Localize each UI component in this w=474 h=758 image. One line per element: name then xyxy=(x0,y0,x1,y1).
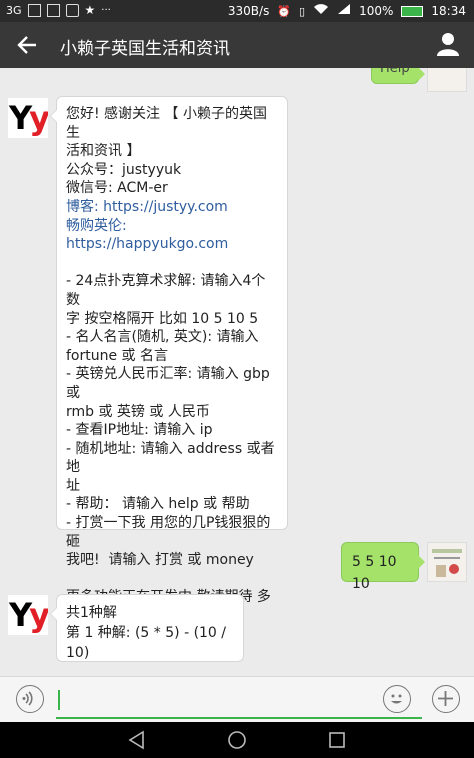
intro-line: 字 按空格隔开 比如 10 5 10 5 xyxy=(66,310,259,327)
input-bar xyxy=(0,676,474,722)
signal-icon xyxy=(337,3,351,19)
message-input[interactable] xyxy=(56,685,422,719)
intro-line: 活和资讯 】 xyxy=(66,143,141,160)
intro-line: 微信号: ACM-er xyxy=(66,180,168,197)
intro-line: - 帮助： 请输入 help 或 帮助 xyxy=(66,496,250,513)
status-left: 3G ★ ··· xyxy=(6,3,111,17)
nav-back-icon[interactable] xyxy=(127,730,147,750)
intro-line: - 打赏一下我 用您的几P钱狠狠的砸 xyxy=(66,515,271,550)
intro-line: - 24点扑克算术求解: 请输入4个数 xyxy=(66,273,266,308)
bot-avatar[interactable]: Yy xyxy=(8,98,48,138)
notification-icon xyxy=(27,3,41,17)
bot-intro-message[interactable]: 您好! 感谢关注 【 小赖子的英国生 活和资讯 】 公众号：justyyuk 微… xyxy=(50,96,288,624)
battery-icon xyxy=(401,5,424,17)
nav-recent-icon[interactable] xyxy=(327,730,347,750)
system-nav-bar xyxy=(0,722,474,758)
image-icon xyxy=(46,3,60,17)
user-avatar[interactable] xyxy=(427,68,467,92)
intro-line: - 英镑兑人民币汇率: 请输入 gbp 或 xyxy=(66,366,275,401)
star-icon: ★ xyxy=(84,3,96,17)
intro-line: 址 xyxy=(66,477,80,494)
reply-line: 第 1 种解: (5 * 5) - (10 / 10) xyxy=(66,625,231,661)
shop-link[interactable]: 畅购英伦: https://happyukgo.com xyxy=(66,217,278,254)
intro-line: - 随机地址: 请输入 address 或者 地 xyxy=(66,440,280,476)
clock: 18:34 xyxy=(431,4,466,18)
user-avatar[interactable] xyxy=(427,542,467,582)
partial-user-message[interactable]: Help xyxy=(371,68,425,84)
partial-user-text: Help xyxy=(380,68,410,76)
status-right: 330B/s ⏰ ▯ 100% 18:34 xyxy=(228,3,466,19)
reply-line: 共1种解 xyxy=(66,605,117,621)
bot-avatar[interactable]: Yy xyxy=(8,595,48,635)
avatar-letter-1: Y xyxy=(8,99,32,137)
intro-line: - 名人名言(随机, 英文): 请输入 xyxy=(66,329,259,346)
intro-line xyxy=(66,570,278,589)
intro-line: fortune 或 名言 xyxy=(66,347,168,364)
intro-line xyxy=(66,254,278,273)
avatar-letter-2: y xyxy=(29,596,48,634)
intro-line: - 查看IP地址: 请输入 ip xyxy=(66,422,213,439)
intro-line: rmb 或 英镑 或 人民币 xyxy=(66,403,210,420)
intro-line: 您好! 感谢关注 【 小赖子的英国生 xyxy=(66,106,267,141)
dots-icon: ··· xyxy=(101,4,111,16)
emoji-icon[interactable] xyxy=(383,685,411,713)
plus-icon[interactable] xyxy=(432,685,460,713)
intro-line: 我吧! 请输入 打赏 或 money xyxy=(66,552,254,569)
arrow-left-icon[interactable] xyxy=(12,30,42,60)
avatar-letter-1: Y xyxy=(8,596,32,634)
blog-link[interactable]: 博客: https://justyy.com xyxy=(66,198,278,217)
status-bar: 3G ★ ··· 330B/s ⏰ ▯ 100% 18:34 xyxy=(0,0,474,22)
nav-home-icon[interactable] xyxy=(227,730,247,750)
intro-line: 公众号：justyyuk xyxy=(66,161,182,178)
user-message[interactable]: 5 5 10 10 xyxy=(341,542,425,592)
battery-percent: 100% xyxy=(359,4,394,18)
avatar-letter-2: y xyxy=(29,99,48,137)
chat-title: 小赖子英国生活和资讯 xyxy=(60,39,230,59)
vibrate-icon: ▯ xyxy=(299,4,306,18)
voice-icon[interactable] xyxy=(16,685,44,713)
wifi-icon xyxy=(313,3,329,19)
text-cursor xyxy=(58,690,60,710)
alarm-icon: ⏰ xyxy=(277,4,292,18)
chat-area[interactable]: Help Yy 您好! 感谢关注 【 小赖子的英国生 活和资讯 】 公众号：ju… xyxy=(0,68,474,676)
user-message-text: 5 5 10 10 xyxy=(352,554,397,592)
mail-icon xyxy=(65,3,79,17)
person-icon[interactable] xyxy=(436,32,460,56)
network-speed: 330B/s xyxy=(227,4,270,18)
network-type: 3G xyxy=(6,3,22,17)
bot-reply-message[interactable]: 共1种解 第 1 种解: (5 * 5) - (10 / 10) xyxy=(50,594,244,662)
app-bar: 小赖子英国生活和资讯 xyxy=(0,22,474,68)
